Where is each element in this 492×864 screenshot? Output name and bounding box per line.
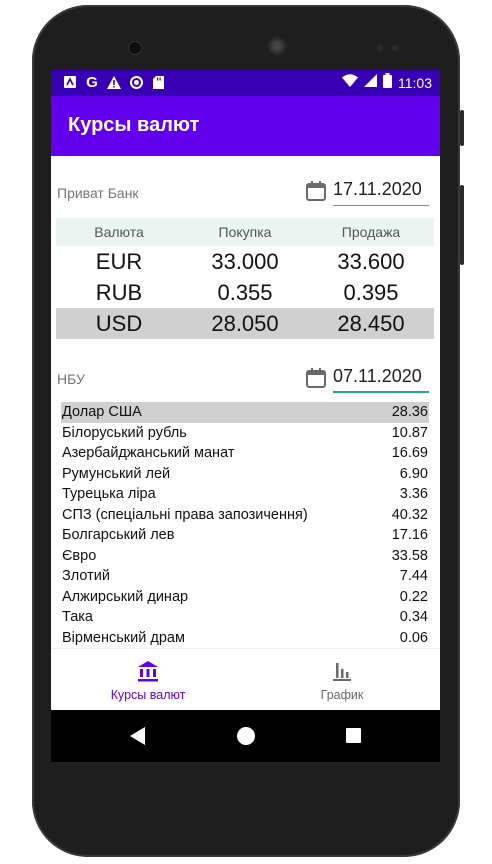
currency-code: USD [95, 310, 143, 336]
nav-item-chart[interactable]: График [245, 649, 439, 710]
currency-name: Долар США [62, 404, 142, 421]
buy-rate: 0.355 [217, 279, 273, 305]
privat-date-field[interactable]: 17.11.2020 [333, 179, 422, 200]
currency-rate: 40.32 [391, 506, 428, 523]
sell-rate: 28.450 [337, 310, 405, 336]
clock: 11:03 [398, 75, 432, 91]
earpiece-speaker [266, 35, 288, 57]
circle-icon [129, 74, 143, 90]
header-sell: Продажа [341, 224, 401, 240]
list-item[interactable]: Євро 33.58 [61, 546, 429, 567]
power-button [460, 110, 464, 146]
currency-name: Злотий [62, 568, 110, 585]
currency-name: Болгарський лев [62, 527, 175, 544]
currency-name: Алжирський динар [62, 588, 189, 605]
back-icon[interactable] [130, 727, 145, 745]
accessibility-icon [63, 74, 77, 90]
calendar-icon[interactable] [305, 180, 327, 202]
privat-date-picker[interactable]: 17.11.2020 [305, 177, 431, 207]
warning-icon [107, 74, 121, 90]
currency-rate: 33.58 [391, 547, 428, 564]
currency-rate: 7.44 [399, 568, 428, 585]
app-screen: G 11:03 Курсы валют Приват Банк 17.11.20… [51, 70, 440, 710]
header-currency: Валюта [94, 224, 144, 240]
app-bar: Курсы валют [51, 96, 440, 156]
page-title: Курсы валют [68, 114, 200, 136]
currency-name: Румунський лей [62, 465, 171, 482]
volume-button [460, 185, 464, 265]
currency-rate: 10.87 [391, 424, 428, 441]
list-item[interactable]: Румунський лей 6.90 [61, 464, 429, 485]
nbu-rates-list[interactable]: Долар США 28.36 Білоруський рубль 10.87 … [61, 402, 429, 648]
nav-label: Курсы валют [110, 688, 186, 702]
privat-rates-table: Валюта Покупка Продажа EUR 33.000 33.600… [56, 218, 434, 339]
header-buy: Покупка [218, 224, 272, 240]
currency-name: Білоруський рубль [62, 424, 187, 441]
google-icon: G [86, 73, 98, 91]
table-header: Валюта Покупка Продажа [56, 218, 434, 246]
table-row[interactable]: RUB 0.355 0.395 [56, 277, 434, 308]
currency-code: RUB [95, 279, 143, 305]
buy-rate: 33.000 [211, 248, 279, 274]
currency-name: Євро [62, 547, 97, 564]
proximity-sensor [377, 45, 383, 51]
list-item[interactable]: Білоруський рубль 10.87 [61, 423, 429, 444]
battery-icon [383, 73, 392, 93]
currency-rate: 28.36 [391, 404, 428, 421]
nbu-label: НБУ [57, 371, 85, 387]
signal-icon [364, 74, 377, 92]
nav-item-rates[interactable]: Курсы валют [51, 649, 245, 710]
privat-bank-label: Приват Банк [57, 185, 139, 201]
sell-rate: 33.600 [337, 248, 405, 274]
currency-rate: 0.22 [399, 588, 428, 605]
buy-rate: 28.050 [211, 310, 279, 336]
sell-rate: 0.395 [343, 279, 399, 305]
table-row[interactable]: EUR 33.000 33.600 [56, 246, 434, 277]
currency-name: Турецька ліра [62, 486, 156, 503]
currency-name: Така [62, 609, 93, 626]
recent-apps-icon[interactable] [346, 728, 361, 743]
sd-card-icon [151, 74, 165, 90]
system-navigation-bar [51, 710, 440, 762]
nav-label: График [320, 688, 364, 702]
front-camera [129, 42, 141, 54]
currency-name: Азербайджанський манат [62, 445, 235, 462]
bank-icon [138, 661, 158, 682]
bottom-navigation: Курсы валют График [51, 648, 440, 710]
date-underline-focused [333, 391, 429, 393]
currency-rate: 17.16 [391, 527, 428, 544]
list-item[interactable]: Злотий 7.44 [61, 566, 429, 587]
list-item[interactable]: Така 0.34 [61, 607, 429, 628]
currency-code: EUR [95, 248, 143, 274]
list-item[interactable]: Азербайджанський манат 16.69 [61, 443, 429, 464]
nbu-date-field[interactable]: 07.11.2020 [333, 366, 422, 387]
list-item[interactable]: Турецька ліра 3.36 [61, 484, 429, 505]
calendar-icon[interactable] [305, 367, 327, 389]
currency-name: СПЗ (спеціальні права запозичення) [62, 506, 308, 523]
nbu-date-picker[interactable]: 07.11.2020 [305, 364, 431, 394]
list-item[interactable]: Болгарський лев 17.16 [61, 525, 429, 546]
home-icon[interactable] [237, 727, 255, 745]
status-bar: G 11:03 [51, 70, 440, 96]
currency-rate: 6.90 [399, 465, 428, 482]
date-underline [333, 205, 429, 206]
currency-rate: 0.34 [399, 609, 428, 626]
list-item-selected[interactable]: Долар США 28.36 [61, 402, 429, 423]
wifi-icon [342, 74, 358, 92]
list-item[interactable]: СПЗ (спеціальні права запозичення) 40.32 [61, 505, 429, 526]
currency-rate: 0.06 [399, 629, 428, 646]
currency-name: Вірменський драм [62, 629, 185, 646]
list-item[interactable]: Алжирський динар 0.22 [61, 587, 429, 608]
bar-chart-icon [333, 663, 351, 681]
light-sensor [392, 45, 398, 51]
currency-rate: 3.36 [399, 486, 428, 503]
list-item[interactable]: Вірменський драм 0.06 [61, 628, 429, 649]
table-row-selected[interactable]: USD 28.050 28.450 [56, 308, 434, 339]
currency-rate: 16.69 [391, 445, 428, 462]
